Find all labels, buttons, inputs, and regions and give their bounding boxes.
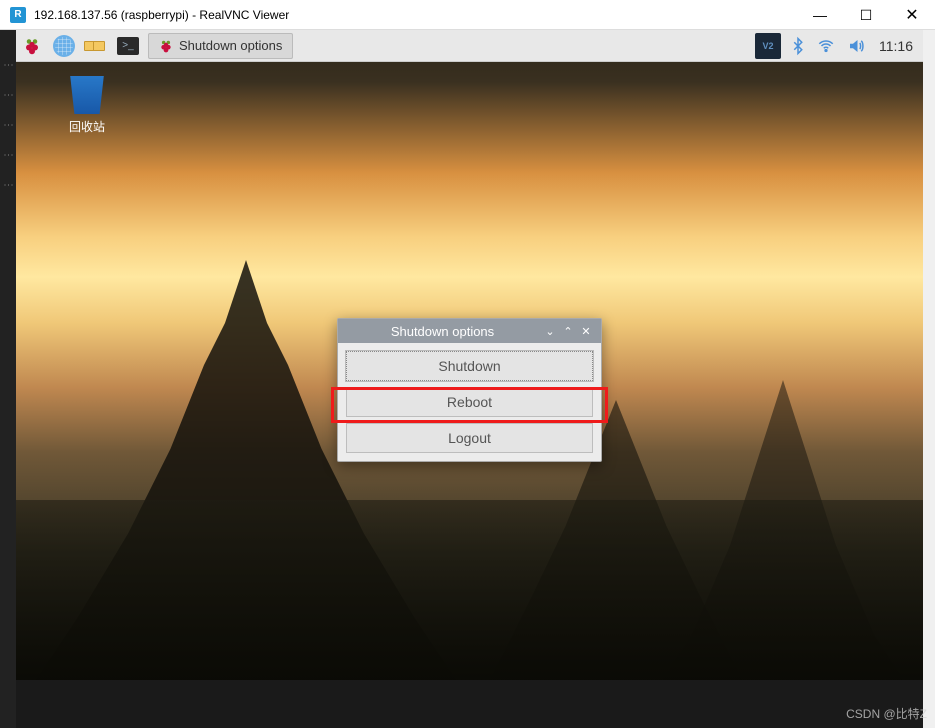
trash-icon bbox=[66, 76, 108, 114]
shutdown-button[interactable]: Shutdown bbox=[346, 351, 593, 381]
dialog-title: Shutdown options bbox=[344, 324, 541, 339]
watermark-text: CSDN @比特Z bbox=[846, 705, 927, 722]
taskbar-item-label: Shutdown options bbox=[179, 38, 282, 53]
host-left-strip: ⋮ ⋮ ⋮ ⋮ ⋮ bbox=[0, 30, 16, 728]
vnc-server-tray-icon[interactable]: V2 bbox=[755, 33, 781, 59]
close-button[interactable]: ✕ bbox=[889, 0, 935, 30]
raspberry-icon bbox=[23, 37, 41, 55]
strip-glyph: ⋮ bbox=[3, 90, 14, 100]
strip-glyph: ⋮ bbox=[3, 150, 14, 160]
raspberrypi-desktop[interactable]: >_ Shutdown options V2 11:16 bbox=[16, 30, 923, 680]
dialog-rollup-button[interactable]: ⌃ bbox=[559, 322, 577, 340]
window-title: 192.168.137.56 (raspberrypi) - RealVNC V… bbox=[34, 8, 289, 22]
pi-top-panel: >_ Shutdown options V2 11:16 bbox=[16, 30, 923, 62]
strip-glyph: ⋮ bbox=[3, 60, 14, 70]
terminal-launcher[interactable]: >_ bbox=[113, 33, 143, 59]
maximize-button[interactable]: ☐ bbox=[843, 0, 889, 30]
file-manager-launcher[interactable] bbox=[81, 33, 111, 59]
taskbar-item-shutdown-options[interactable]: Shutdown options bbox=[148, 33, 293, 59]
panel-clock[interactable]: 11:16 bbox=[879, 38, 913, 54]
dialog-menu-button[interactable]: ⌄ bbox=[541, 322, 559, 340]
pi-menu-button[interactable] bbox=[17, 33, 47, 59]
browser-launcher[interactable] bbox=[49, 33, 79, 59]
desktop-trash-icon[interactable]: 回收站 bbox=[52, 76, 122, 135]
shutdown-options-dialog: Shutdown options ⌄ ⌃ ✕ Shutdown Reboot L… bbox=[337, 318, 602, 462]
globe-icon bbox=[53, 35, 75, 57]
desktop-icon-label: 回收站 bbox=[52, 118, 122, 135]
minimize-button[interactable]: — bbox=[797, 0, 843, 30]
strip-glyph: ⋮ bbox=[3, 180, 14, 190]
volume-tray-icon[interactable] bbox=[845, 37, 867, 55]
wallpaper-decor bbox=[16, 500, 923, 680]
terminal-icon: >_ bbox=[117, 37, 139, 55]
dialog-close-button[interactable]: ✕ bbox=[577, 322, 595, 340]
scrollbar-vertical[interactable] bbox=[923, 30, 935, 728]
vnc-viewport: ⋮ ⋮ ⋮ ⋮ ⋮ >_ Shutdown o bbox=[0, 30, 935, 728]
logout-button[interactable]: Logout bbox=[346, 423, 593, 453]
raspberry-icon bbox=[159, 39, 173, 53]
folders-icon bbox=[87, 41, 105, 51]
bluetooth-tray-icon[interactable] bbox=[789, 36, 807, 56]
realvnc-app-icon: R bbox=[10, 7, 26, 23]
panel-tray: V2 11:16 bbox=[755, 33, 923, 59]
dialog-titlebar[interactable]: Shutdown options ⌄ ⌃ ✕ bbox=[338, 319, 601, 343]
vnc-window-titlebar: R 192.168.137.56 (raspberrypi) - RealVNC… bbox=[0, 0, 935, 30]
reboot-button[interactable]: Reboot bbox=[346, 387, 593, 417]
dialog-body: Shutdown Reboot Logout bbox=[338, 343, 601, 461]
strip-glyph: ⋮ bbox=[3, 120, 14, 130]
wifi-tray-icon[interactable] bbox=[815, 37, 837, 55]
